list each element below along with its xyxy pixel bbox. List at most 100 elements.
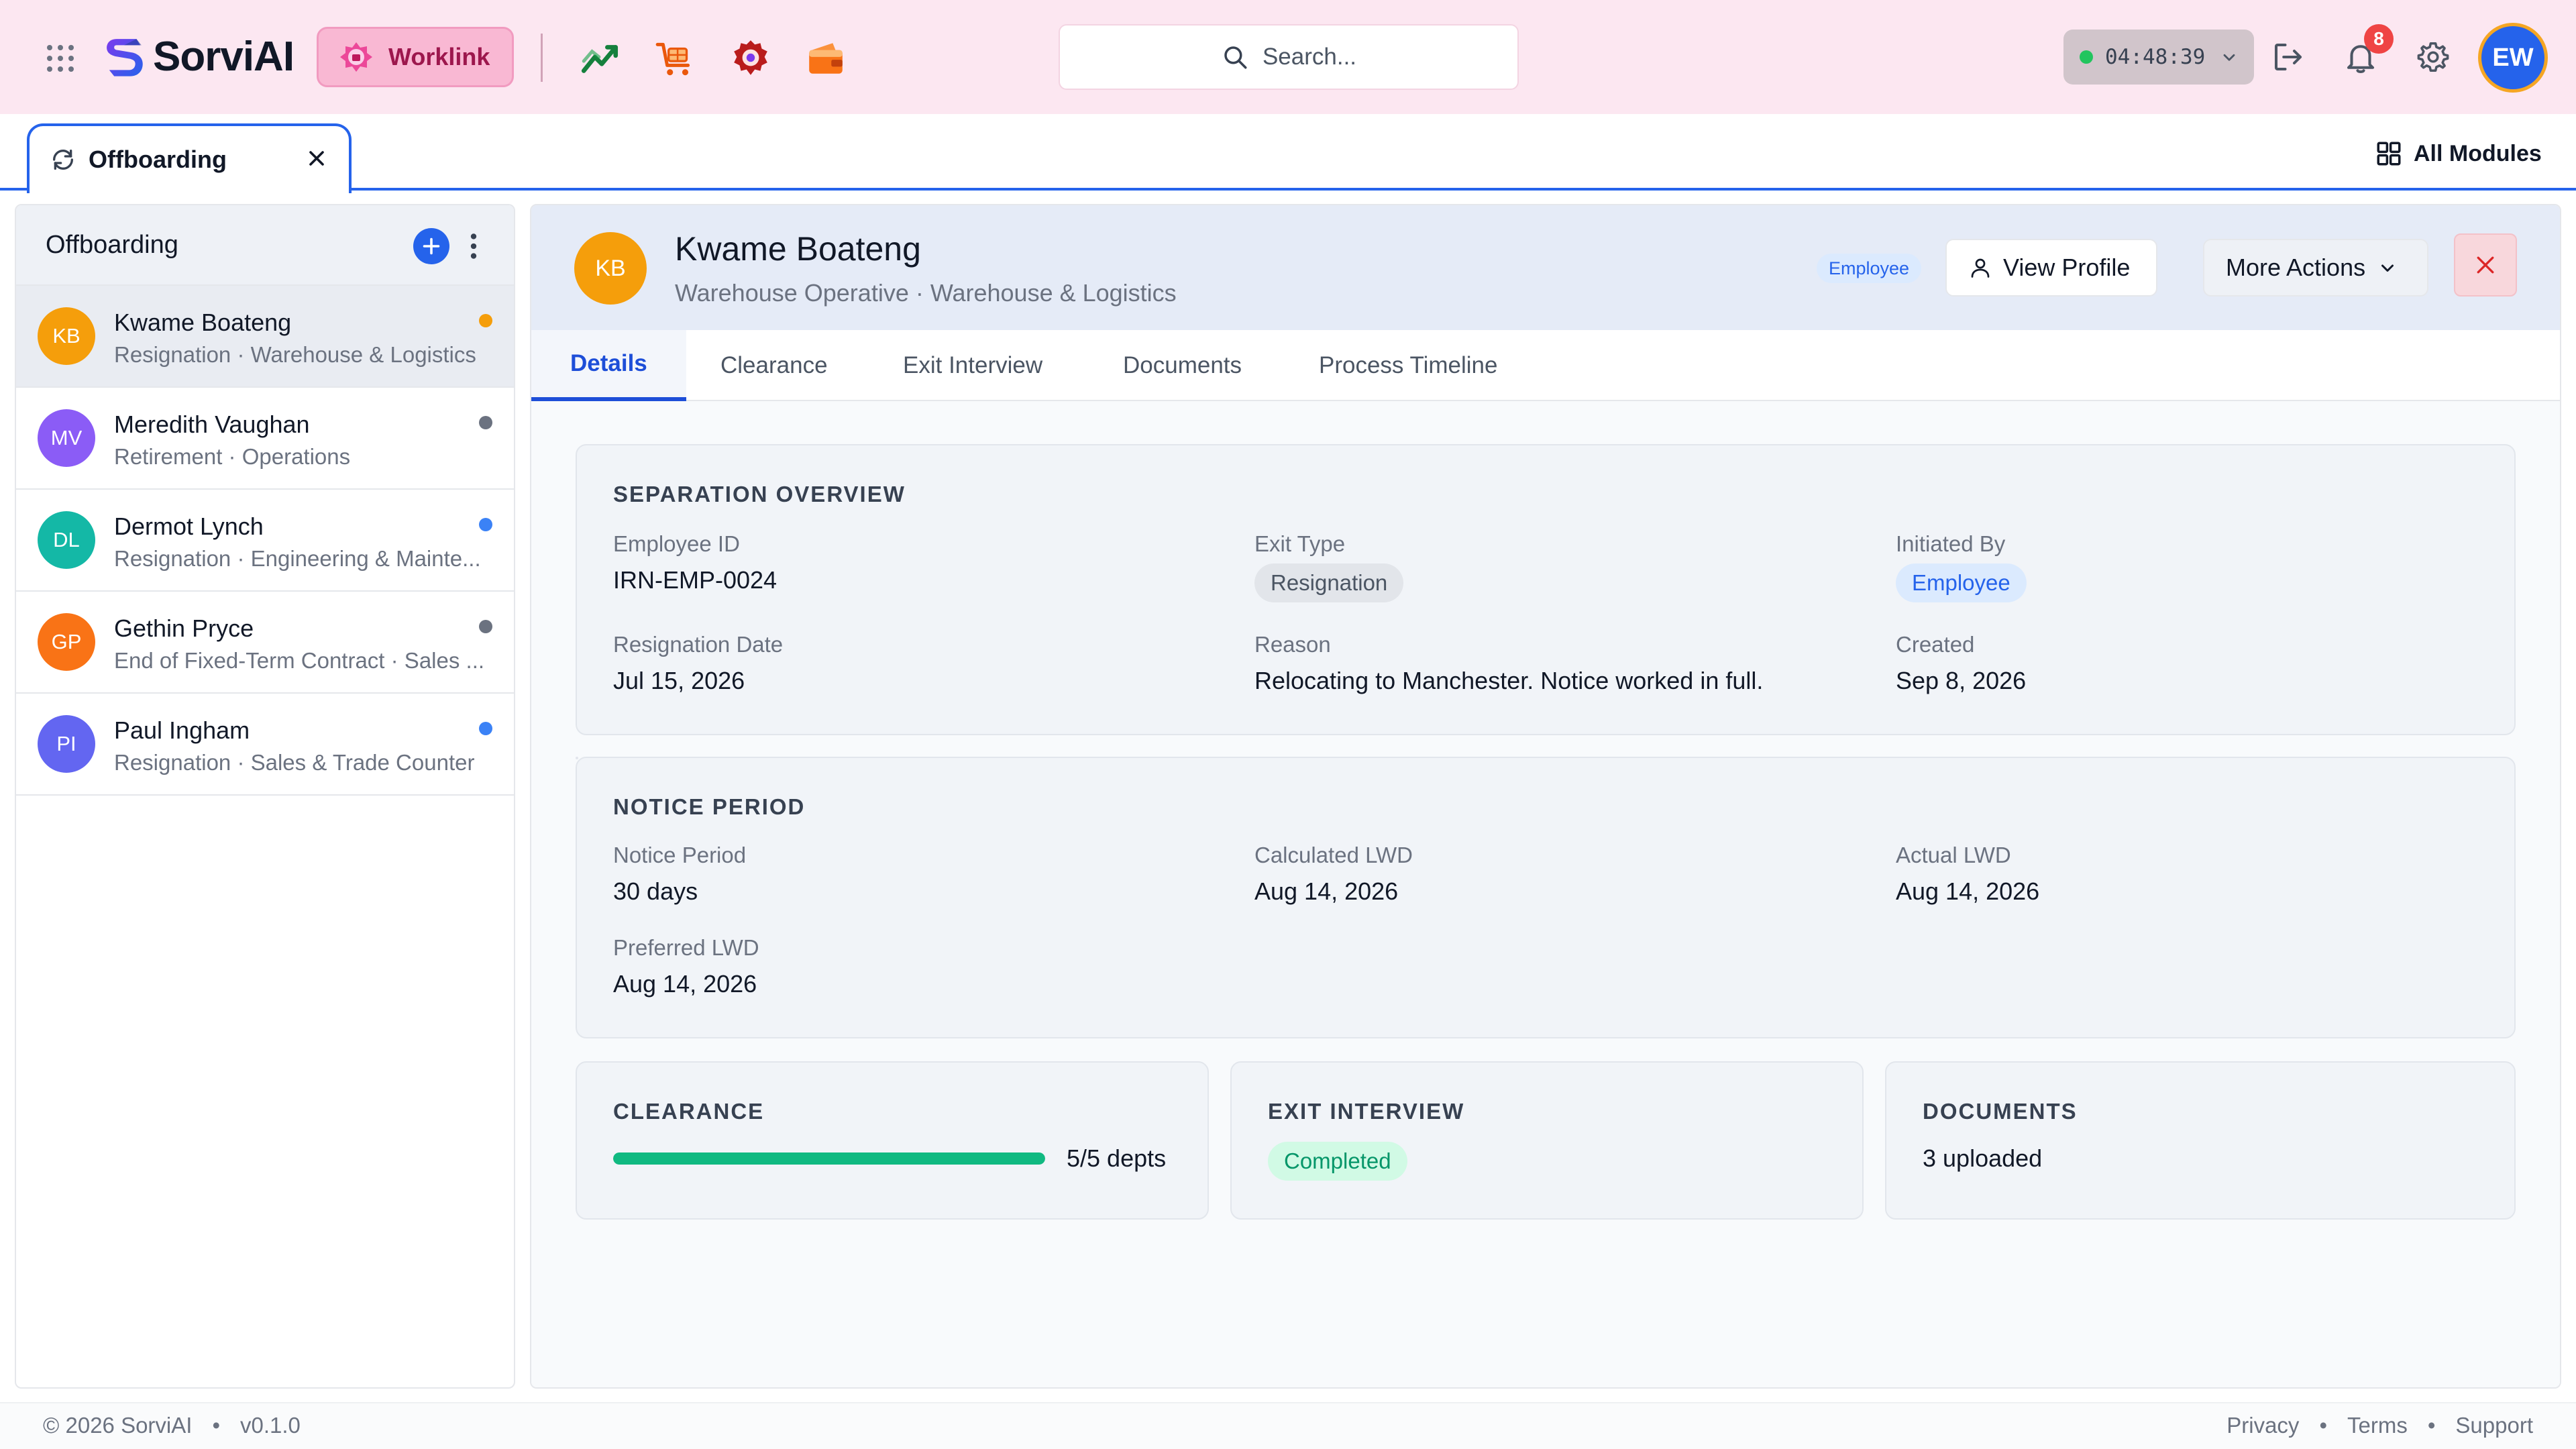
tab-details[interactable]: Details xyxy=(531,330,686,401)
exit-type-label: Exit Type xyxy=(1254,531,1346,556)
settings-gear-icon[interactable] xyxy=(2415,39,2451,75)
avatar: DL xyxy=(38,511,95,569)
brand-logo[interactable]: SorviAI xyxy=(99,30,294,83)
reason-value: Relocating to Manchester. Notice worked … xyxy=(1254,667,1764,694)
worklink-label: Worklink xyxy=(388,43,490,70)
close-detail-button[interactable] xyxy=(2454,233,2517,297)
logout-icon[interactable] xyxy=(2270,39,2306,75)
employee-id-label: Employee ID xyxy=(613,531,740,556)
plus-icon xyxy=(423,237,440,255)
timer-value: 04:48:39 xyxy=(2105,45,2206,69)
employee-name: Paul Ingham xyxy=(114,716,250,744)
analytics-module-icon[interactable] xyxy=(580,38,621,79)
service-module-icon[interactable] xyxy=(730,38,771,79)
employee-name: Gethin Pryce xyxy=(114,614,254,642)
more-actions-label: More Actions xyxy=(2226,254,2366,281)
workspace-tabstrip: Offboarding All Modules xyxy=(0,114,2576,193)
calculated-lwd-label: Calculated LWD xyxy=(1254,843,1413,867)
card-title: CLEARANCE xyxy=(613,1099,765,1124)
details-content: SEPARATION OVERVIEW Employee ID IRN-EMP-… xyxy=(531,401,2560,1387)
view-profile-button[interactable]: View Profile xyxy=(1945,239,2157,297)
chevron-down-icon xyxy=(2223,54,2235,61)
close-tab-icon[interactable] xyxy=(305,146,329,170)
clearance-count: 5/5 depts xyxy=(1067,1144,1167,1172)
exit-interview-status-badge: Completed xyxy=(1268,1142,1407,1181)
user-avatar[interactable]: EW xyxy=(2478,23,2548,93)
actual-lwd-value: Aug 14, 2026 xyxy=(1896,877,2040,905)
worklink-app-button[interactable]: Worklink xyxy=(317,27,514,87)
employee-role: Warehouse Operative · Warehouse & Logist… xyxy=(675,279,1177,307)
support-link[interactable]: Support xyxy=(2455,1413,2533,1438)
reason-label: Reason xyxy=(1254,632,1331,657)
footer-meta: © 2026 SorviAI • v0.1.0 xyxy=(43,1413,301,1438)
avatar: PI xyxy=(38,715,95,773)
all-modules-button[interactable]: All Modules xyxy=(2375,137,2542,170)
employee-avatar: KB xyxy=(574,232,647,305)
offboarding-list-panel: Offboarding KB Kwame Boateng Resignation… xyxy=(15,204,515,1389)
created-label: Created xyxy=(1896,632,1975,657)
apps-grid-icon[interactable] xyxy=(47,45,74,72)
detail-tabs: Details Clearance Exit Interview Documen… xyxy=(531,330,2560,401)
add-offboarding-button[interactable] xyxy=(413,228,449,264)
employee-exit-summary: Retirement · Operations xyxy=(114,444,351,469)
terms-link[interactable]: Terms xyxy=(2347,1413,2408,1438)
status-dot xyxy=(479,620,492,633)
list-item[interactable]: KB Kwame Boateng Resignation · Warehouse… xyxy=(16,286,514,388)
list-item[interactable]: DL Dermot Lynch Resignation · Engineerin… xyxy=(16,490,514,592)
employee-name: Dermot Lynch xyxy=(114,513,264,540)
view-profile-label: View Profile xyxy=(2003,254,2131,281)
status-dot xyxy=(479,314,492,327)
clearance-progress-fill xyxy=(613,1152,1045,1165)
card-title: DOCUMENTS xyxy=(1923,1099,2078,1124)
notice-period-card xyxy=(576,757,578,759)
avatar: KB xyxy=(38,307,95,365)
status-dot xyxy=(479,518,492,531)
list-item[interactable]: GP Gethin Pryce End of Fixed-Term Contra… xyxy=(16,592,514,694)
avatar: GP xyxy=(38,613,95,671)
offboarding-detail-panel: KB Kwame Boateng Warehouse Operative · W… xyxy=(530,204,2561,1389)
tab-clearance[interactable]: Clearance xyxy=(720,330,828,401)
user-icon xyxy=(1971,258,1990,278)
tab-exit-interview[interactable]: Exit Interview xyxy=(903,330,1042,401)
clearance-progress-bar xyxy=(613,1152,1045,1165)
notice-period-value: 30 days xyxy=(613,877,698,905)
tab-process-timeline[interactable]: Process Timeline xyxy=(1319,330,1497,401)
status-dot xyxy=(479,722,492,735)
actual-lwd-label: Actual LWD xyxy=(1896,843,2011,867)
global-search-input[interactable]: Search... xyxy=(1059,24,1519,90)
separation-overview-card: SEPARATION OVERVIEW Employee ID IRN-EMP-… xyxy=(576,444,2516,735)
procurement-module-icon[interactable] xyxy=(655,38,696,79)
session-timer-dropdown[interactable]: 04:48:39 xyxy=(2063,30,2254,85)
search-icon xyxy=(1224,46,1247,69)
header-divider xyxy=(541,34,543,82)
list-item[interactable]: MV Meredith Vaughan Retirement · Operati… xyxy=(16,388,514,490)
separator-dot: • xyxy=(2427,1413,2436,1438)
resignation-date-label: Resignation Date xyxy=(613,632,784,657)
refresh-icon xyxy=(53,149,74,170)
tab-documents[interactable]: Documents xyxy=(1123,330,1242,401)
wallet-module-icon[interactable] xyxy=(805,38,847,79)
list-item[interactable]: PI Paul Ingham Resignation · Sales & Tra… xyxy=(16,694,514,796)
more-actions-button[interactable]: More Actions xyxy=(2203,239,2428,297)
exit-interview-summary-card[interactable]: EXIT INTERVIEW Completed xyxy=(1230,1061,1864,1220)
notifications-count-badge: 8 xyxy=(2364,24,2394,54)
more-vertical-icon[interactable] xyxy=(466,229,482,263)
status-online-dot xyxy=(2080,50,2093,64)
detail-header: KB Kwame Boateng Warehouse Operative · W… xyxy=(531,205,2560,330)
employee-exit-summary: Resignation · Engineering & Mainte... xyxy=(114,546,481,571)
preferred-lwd-value: Aug 14, 2026 xyxy=(613,970,757,998)
clearance-summary-card[interactable]: CLEARANCE 5/5 depts xyxy=(576,1061,1209,1220)
sorvi-logo-icon xyxy=(107,39,143,76)
initiator-badge: Employee xyxy=(1817,254,1922,283)
preferred-lwd-label: Preferred LWD xyxy=(613,935,759,960)
version-text: v0.1.0 xyxy=(240,1413,301,1438)
employee-exit-summary: Resignation · Warehouse & Logistics xyxy=(114,342,476,367)
documents-summary-card[interactable]: DOCUMENTS 3 uploaded xyxy=(1885,1061,2516,1220)
brand-name: SorviAI xyxy=(153,33,294,80)
tab-label: Offboarding xyxy=(89,146,227,173)
card-title: EXIT INTERVIEW xyxy=(1268,1099,1465,1124)
tab-offboarding[interactable]: Offboarding xyxy=(27,123,352,193)
card-title: NOTICE PERIOD xyxy=(613,794,806,819)
privacy-link[interactable]: Privacy xyxy=(2226,1413,2299,1438)
list-header: Offboarding xyxy=(16,205,514,286)
